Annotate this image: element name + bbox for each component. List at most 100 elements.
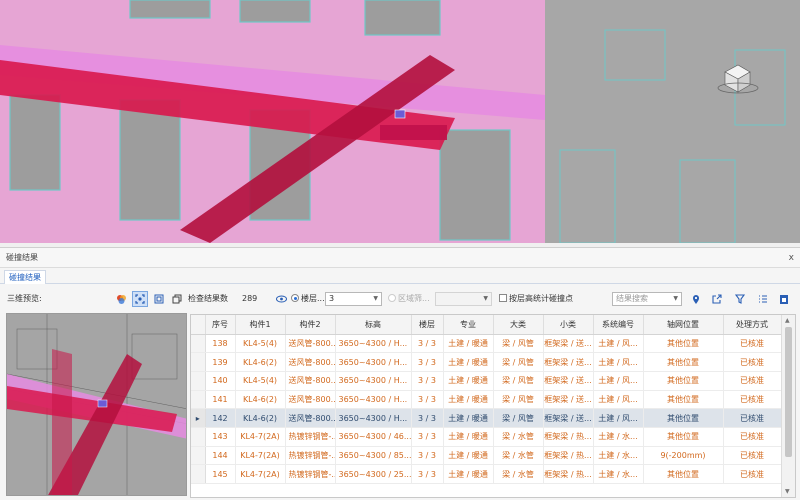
table-cell: 已核准: [723, 408, 782, 428]
region-select[interactable]: ▼: [435, 292, 492, 306]
copy-icon[interactable]: [169, 291, 185, 307]
vertical-scrollbar[interactable]: ▲ ▼: [781, 315, 795, 497]
column-header[interactable]: 构件2: [285, 315, 336, 335]
table-header-row: 序号 构件1 构件2 标高 楼层 专业 大类 小类 系统编号 轴网位置 处理方式: [191, 315, 782, 335]
toolbar: 三维预览: 检查结果数 289 楼层... 3 ▼ 区域筛... ▼ 按层高统计碰…: [0, 288, 800, 310]
table-row[interactable]: 141 KL4-6(2) 送风管-800... 3650~4300 / H... 3 /…: [191, 390, 782, 410]
table-row[interactable]: 138 KL4-5(4) 送风管-800... 3650~4300 / H... 3 /…: [191, 334, 782, 354]
column-header[interactable]: 楼层: [411, 315, 444, 335]
column-header[interactable]: 构件1: [235, 315, 286, 335]
table-cell: 土建 / 暖通: [443, 464, 494, 484]
table-cell: 3 / 3: [411, 390, 444, 410]
table-cell: 其他位置: [643, 334, 724, 354]
table-row[interactable]: 145 KL4-7(2A) 热镀锌钢管-... 3650~4300 / 25... 3 …: [191, 464, 782, 484]
table-cell: 3650~4300 / H...: [335, 334, 412, 354]
table-cell: 土建 / 暖通: [443, 334, 494, 354]
tab-clash-results[interactable]: 碰撞结果: [4, 270, 46, 284]
table-cell: 梁 / 风管: [493, 352, 544, 372]
table-cell: 热镀锌钢管-...: [285, 464, 336, 484]
result-search-input[interactable]: 结果搜索 ▼: [612, 292, 682, 306]
stats-checkbox[interactable]: 按层高统计碰撞点: [499, 292, 573, 306]
panel-title: 碰撞结果: [6, 253, 38, 262]
table-cell: 144: [205, 446, 236, 466]
scrollbar-thumb[interactable]: [785, 327, 792, 457]
floor-select-value: 3: [329, 294, 335, 303]
table-cell: 土建 / 暖通: [443, 408, 494, 428]
radio-icon[interactable]: [291, 294, 299, 302]
floor-radio-label: 楼层...: [301, 294, 325, 303]
tab-bar: 碰撞结果: [0, 268, 800, 284]
table-cell: 土建 / 风...: [593, 371, 644, 391]
list-icon[interactable]: [755, 291, 771, 307]
table-cell: 框架梁 / 送...: [543, 371, 594, 391]
table-cell: 145: [205, 464, 236, 484]
table-cell: 3650~4300 / 85...: [335, 446, 412, 466]
table-cell: KL4-6(2): [235, 390, 286, 410]
excel-icon[interactable]: [776, 291, 792, 307]
table-cell: 土建 / 暖通: [443, 352, 494, 372]
table-cell: KL4-5(4): [235, 334, 286, 354]
column-header[interactable]: 小类: [543, 315, 594, 335]
column-header[interactable]: 系统编号: [593, 315, 644, 335]
close-icon[interactable]: x: [789, 248, 794, 268]
table-cell: 土建 / 风...: [593, 352, 644, 372]
table-cell: 已核准: [723, 427, 782, 447]
scroll-down-icon[interactable]: ▼: [785, 488, 790, 495]
row-indicator: [191, 334, 206, 354]
scroll-up-icon[interactable]: ▲: [785, 317, 790, 324]
fit-view-icon[interactable]: [132, 291, 148, 307]
table-cell: 土建 / 风...: [593, 334, 644, 354]
color-icon[interactable]: [113, 291, 129, 307]
table-row[interactable]: 139 KL4-6(2) 送风管-800... 3650~4300 / H... 3 /…: [191, 352, 782, 372]
table-row[interactable]: 143 KL4-7(2A) 热镀锌钢管-... 3650~4300 / 46... 3 …: [191, 427, 782, 447]
column-header[interactable]: 标高: [335, 315, 412, 335]
table-cell: 土建 / 暖通: [443, 390, 494, 410]
3d-viewport[interactable]: [0, 0, 800, 243]
table-cell: 框架梁 / 送...: [543, 352, 594, 372]
table-cell: 梁 / 风管: [493, 408, 544, 428]
table-cell: 138: [205, 334, 236, 354]
table-cell: 140: [205, 371, 236, 391]
table-cell: 已核准: [723, 446, 782, 466]
table-row[interactable]: ▸ 142 KL4-6(2) 送风管-800... 3650~4300 / H... 3 …: [191, 408, 782, 428]
stats-checkbox-label: 按层高统计碰撞点: [509, 294, 573, 303]
preview-render: [7, 314, 186, 495]
table-row[interactable]: 140 KL4-5(4) 送风管-800... 3650~4300 / H... 3 /…: [191, 371, 782, 391]
table-cell: 3 / 3: [411, 334, 444, 354]
filter-icon[interactable]: [732, 291, 748, 307]
snapshot-icon[interactable]: [151, 291, 167, 307]
table-cell: 梁 / 水管: [493, 427, 544, 447]
table-cell: 143: [205, 427, 236, 447]
radio-icon[interactable]: [388, 294, 396, 302]
column-header[interactable]: 专业: [443, 315, 494, 335]
column-header[interactable]: 序号: [205, 315, 236, 335]
3d-preview-thumbnail[interactable]: [6, 313, 187, 496]
column-header[interactable]: 大类: [493, 315, 544, 335]
table-cell: 框架梁 / 热...: [543, 464, 594, 484]
table-cell: 土建 / 暖通: [443, 446, 494, 466]
table-cell: 141: [205, 390, 236, 410]
export-icon[interactable]: [709, 291, 725, 307]
table-cell: KL4-7(2A): [235, 446, 286, 466]
checkbox-icon[interactable]: [499, 294, 507, 302]
table-cell: 3650~4300 / 46...: [335, 427, 412, 447]
table-cell: 其他位置: [643, 464, 724, 484]
table-cell: 3 / 3: [411, 427, 444, 447]
table-cell: 梁 / 风管: [493, 390, 544, 410]
chevron-down-icon: ▼: [373, 295, 378, 302]
table-cell: 土建 / 风...: [593, 390, 644, 410]
column-header[interactable]: 处理方式: [723, 315, 782, 335]
location-icon[interactable]: [688, 291, 704, 307]
table-cell: 土建 / 水...: [593, 446, 644, 466]
region-radio[interactable]: 区域筛...: [388, 292, 430, 306]
table-cell: KL4-5(4): [235, 371, 286, 391]
floor-select[interactable]: 3 ▼: [325, 292, 382, 306]
table-cell: 框架梁 / 送...: [543, 334, 594, 354]
column-header[interactable]: 轴网位置: [643, 315, 724, 335]
floor-radio[interactable]: 楼层...: [291, 292, 325, 306]
table-cell: KL4-6(2): [235, 352, 286, 372]
table-cell: 3 / 3: [411, 446, 444, 466]
eye-icon[interactable]: [273, 291, 289, 307]
table-cell: 送风管-800...: [285, 390, 336, 410]
table-row[interactable]: 144 KL4-7(2A) 热镀锌钢管-... 3650~4300 / 85... 3 …: [191, 446, 782, 466]
